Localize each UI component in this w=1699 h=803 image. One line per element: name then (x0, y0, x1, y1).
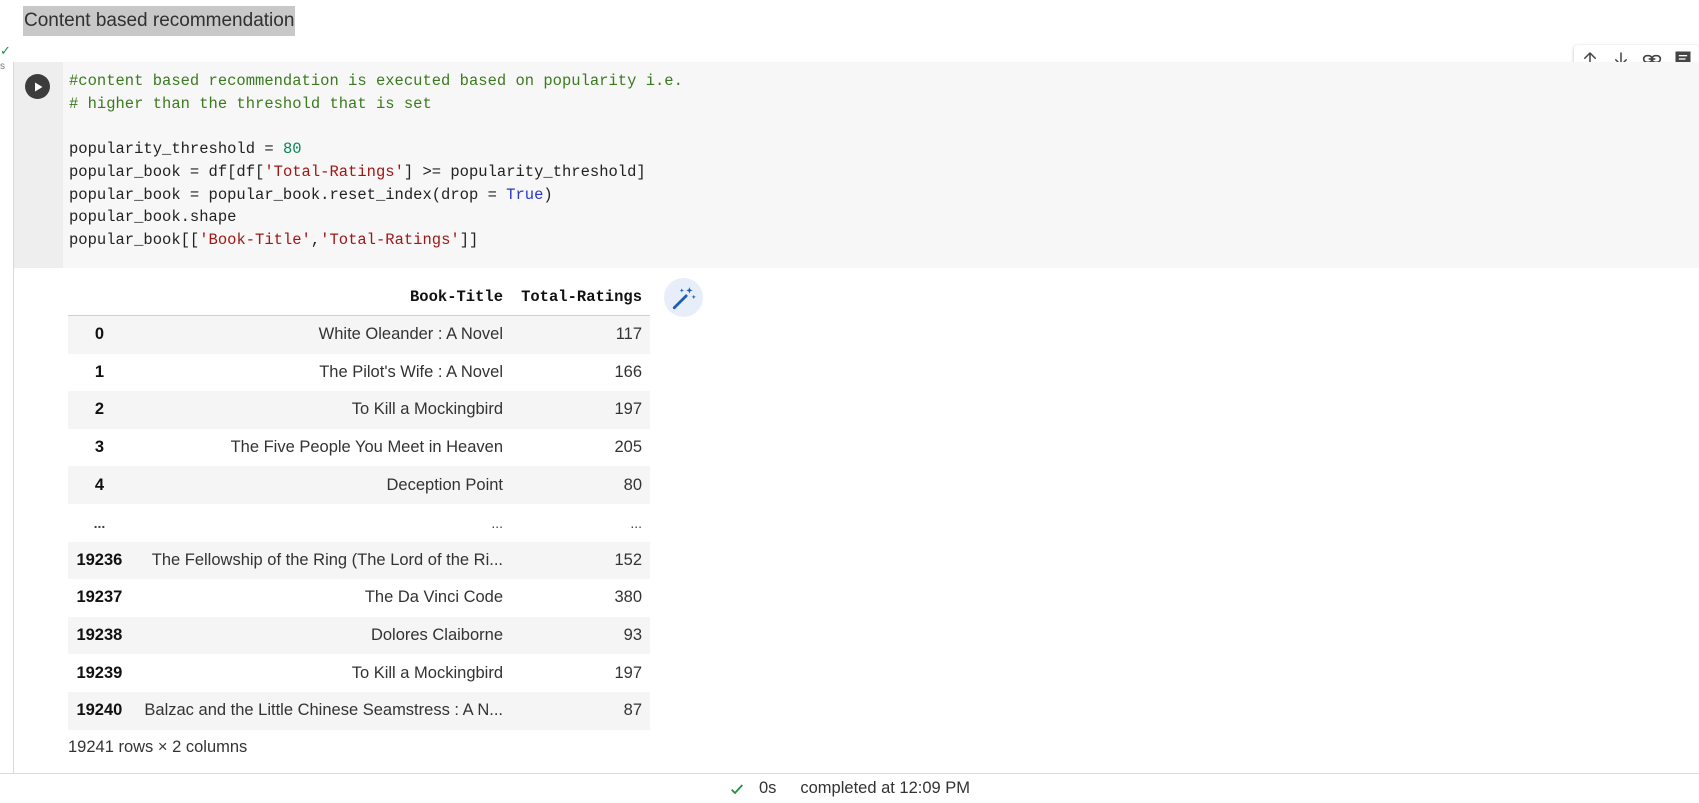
code-line-8: popular_book[['Book-Title','Total-Rating… (69, 229, 683, 252)
cell-total-ratings: 197 (614, 400, 642, 419)
code-token: , (310, 230, 321, 249)
code-token: ) (543, 185, 553, 204)
table-row: 19240 Balzac and the Little Chinese Seams… (68, 691, 650, 730)
row-index: 2 (94, 400, 104, 419)
code-line-6: popular_book = popular_book.reset_index(… (69, 184, 683, 207)
code-keyword: True (506, 185, 544, 204)
code-token: popularity_threshold = (69, 140, 283, 159)
cell-total-ratings: 166 (614, 362, 642, 381)
code-token: ] >= popularity_threshold] (403, 162, 646, 181)
row-index: 0 (94, 325, 104, 344)
index-header (68, 278, 131, 316)
table-row: 19237 The Da Vinci Code 380 (68, 579, 650, 617)
output-divider (13, 268, 14, 773)
cell-total-ratings: 152 (614, 550, 642, 569)
code-token: popular_book[[ (69, 230, 200, 249)
dataframe-table: Book-Title Total-Ratings 0 White Oleander… (68, 278, 650, 730)
cell-total-ratings: 93 (623, 626, 642, 645)
code-string: 'Total-Ratings' (320, 230, 460, 249)
table-row: 2 To Kill a Mockingbird 197 (68, 391, 650, 429)
row-index: 19236 (76, 550, 123, 569)
row-index: 19237 (76, 588, 123, 607)
magic-wand-icon (672, 286, 696, 309)
table-header-row: Book-Title Total-Ratings (68, 278, 650, 316)
code-string: 'Book-Title' (199, 230, 311, 249)
row-index: 4 (94, 475, 104, 494)
code-number: 80 (282, 140, 302, 159)
status-bar: 0s completed at 12:09 PM (0, 773, 1699, 803)
code-line-4: popularity_threshold = 80 (69, 138, 683, 161)
row-index: 19238 (76, 626, 123, 645)
dataframe-shape: 19241 rows × 2 columns (68, 738, 248, 756)
cell-book-title: White Oleander : A Novel (318, 325, 504, 344)
code-token: ]] (459, 230, 479, 249)
column-header-total-ratings: Total-Ratings (511, 278, 650, 316)
cell-book-title: Balzac and the Little Chinese Seamstress… (144, 701, 504, 720)
row-index: 3 (94, 438, 104, 457)
suggest-charts-button[interactable] (664, 278, 703, 317)
cell-total-ratings: 87 (623, 701, 642, 720)
code-token: popular_book = popular_book.reset_index(… (69, 185, 507, 204)
check-icon (729, 781, 745, 797)
check-icon: ✓ (0, 43, 11, 58)
run-cell-button[interactable] (25, 74, 50, 99)
code-string: 'Total-Ratings' (264, 162, 404, 181)
cell-gutter (13, 62, 63, 268)
column-header-book-title: Book-Title (130, 278, 512, 316)
row-index: ... (93, 514, 106, 531)
row-index: 1 (94, 362, 104, 381)
completion-time: completed at 12:09 PM (800, 779, 971, 797)
table-body: 0 White Oleander : A Novel 117 1 The Pilot's… (68, 315, 650, 730)
row-index: 19240 (76, 701, 123, 720)
elapsed-time: 0s (758, 779, 777, 797)
code-line-1: #content based recommendation is execute… (69, 72, 683, 90)
cell-total-ratings: 197 (614, 663, 642, 682)
play-icon (34, 82, 42, 91)
table-row: 0 White Oleander : A Novel 117 (68, 315, 650, 354)
table-row: 19239 To Kill a Mockingbird 197 (68, 654, 650, 692)
cell-book-title: The Da Vinci Code (364, 588, 504, 607)
cell-book-title: To Kill a Mockingbird (351, 400, 504, 419)
cell-book-title: Dolores Claiborne (370, 626, 504, 645)
execution-time: s (0, 61, 5, 72)
cell-total-ratings: ... (630, 514, 642, 531)
code-line-7: popular_book.shape (69, 208, 237, 227)
code-token: popular_book = df[df[ (69, 162, 265, 181)
table-row: 1 The Pilot's Wife : A Novel 166 (68, 354, 650, 392)
cell-book-title: To Kill a Mockingbird (351, 663, 504, 682)
code-cell[interactable]: #content based recommendation is execute… (13, 62, 1699, 268)
code-editor[interactable]: #content based recommendation is execute… (69, 70, 683, 252)
table-row: ......... (68, 503, 650, 542)
table-row: 19238 Dolores Claiborne 93 (68, 616, 650, 655)
cell-book-title: ... (491, 514, 504, 531)
table-row: 19236 The Fellowship of the Ring (The Lor… (68, 541, 650, 580)
code-line-2: # higher than the threshold that is set (69, 94, 432, 113)
table-row: 3 The Five People You Meet in Heaven 205 (68, 429, 650, 467)
cell-total-ratings: 380 (614, 588, 642, 607)
row-index: 19239 (76, 663, 123, 682)
cell-total-ratings: 80 (623, 475, 642, 494)
cell-book-title: The Five People You Meet in Heaven (230, 438, 504, 457)
cell-book-title: The Pilot's Wife : A Novel (319, 362, 504, 381)
markdown-heading[interactable]: Content based recommendation (23, 6, 296, 36)
cell-book-title: Deception Point (386, 475, 504, 494)
cell-execution-status: ✓ s (0, 44, 12, 106)
cell-book-title: The Fellowship of the Ring (The Lord of … (151, 550, 504, 569)
cell-total-ratings: 117 (615, 325, 642, 344)
table-row: 4 Deception Point 80 (68, 466, 650, 504)
code-line-5: popular_book = df[df['Total-Ratings'] >=… (69, 161, 683, 184)
cell-total-ratings: 205 (614, 438, 642, 457)
